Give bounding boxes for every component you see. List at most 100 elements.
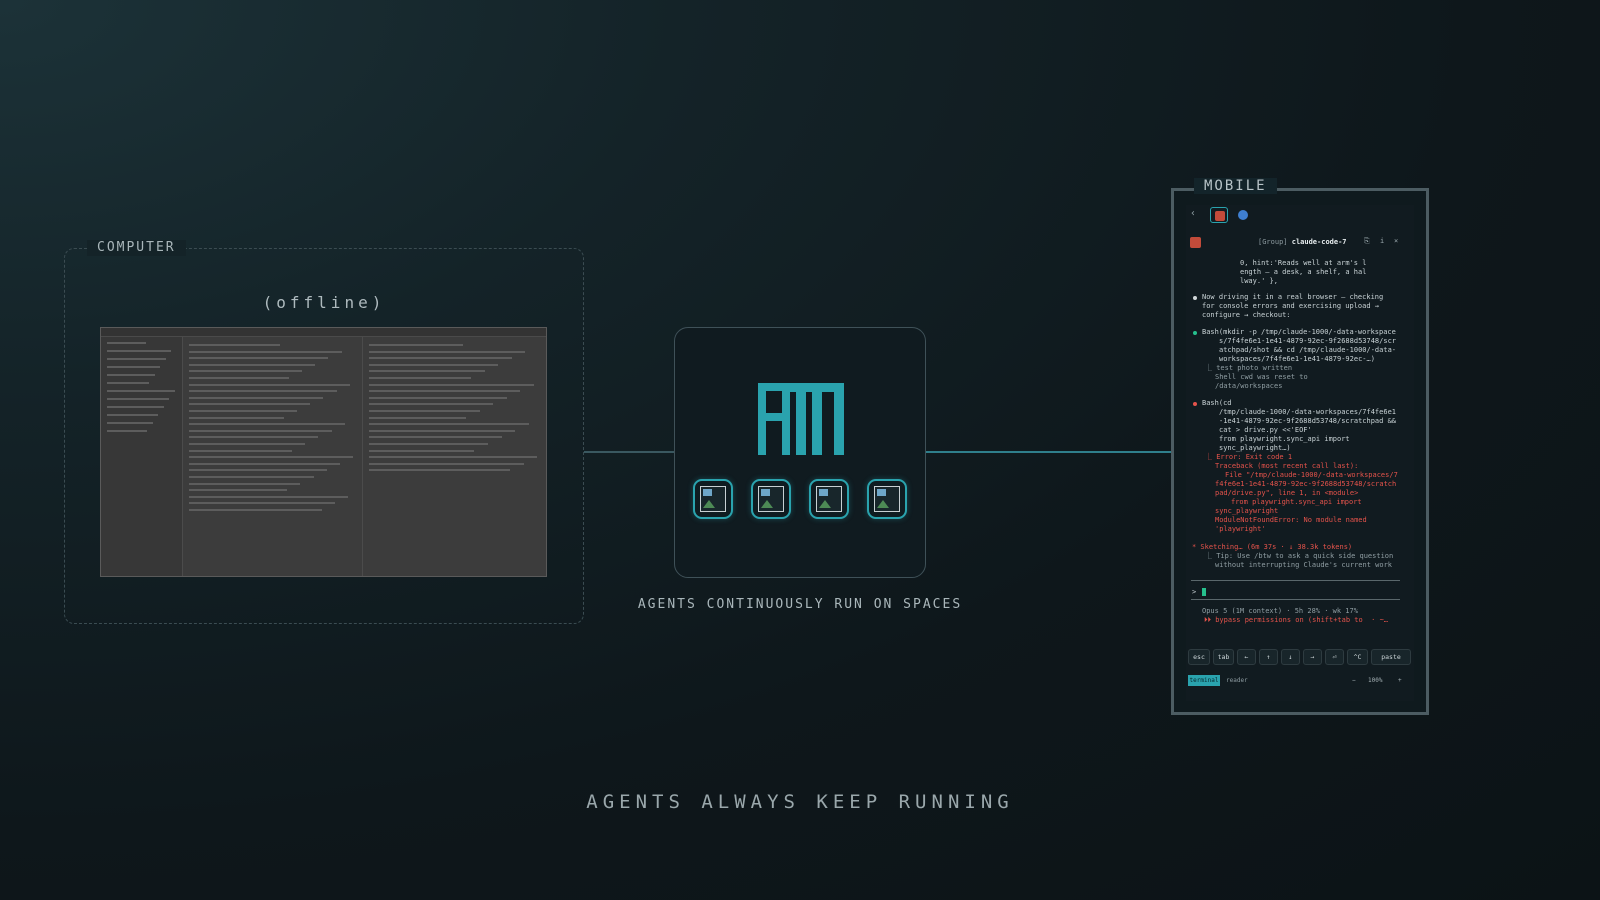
reader-mode-button[interactable]: reader [1226, 675, 1248, 686]
hub-caption: AGENTS CONTINUOUSLY RUN ON SPACES [637, 597, 963, 612]
key-right[interactable]: → [1303, 649, 1322, 665]
screenshot-text-line [107, 374, 155, 376]
screenshot-text-line [107, 414, 159, 416]
transcript-line: ModuleNotFoundError: No module named [1215, 516, 1367, 524]
transcript-line: /data/workspaces [1215, 382, 1283, 390]
mobile-label: MOBILE [1194, 178, 1277, 194]
screenshot-text-line [189, 495, 349, 498]
transcript-line: 'playwright' [1215, 525, 1266, 533]
key-up[interactable]: ↑ [1259, 649, 1278, 665]
screenshot-text-line [189, 416, 284, 419]
transcript-line: f4fe6e1-1e41-4879-92ec-9f2688d53748/scra… [1215, 480, 1397, 488]
prompt-input[interactable] [1202, 588, 1206, 596]
screenshot-text-line [189, 502, 336, 505]
close-icon[interactable]: × [1394, 237, 1398, 245]
screenshot-text-line [189, 443, 306, 445]
mode-bar: terminal reader − 100% + [1188, 675, 1412, 687]
transcript-line: /tmp/claude-1000/-data-workspaces/7f4fe6… [1219, 408, 1397, 416]
transcript-line: ⎿ Error: Exit code 1 [1205, 453, 1293, 461]
key-toolbar: esc tab ← ↑ ↓ → ⏎ ^C paste [1188, 649, 1412, 667]
screenshot-text-line [107, 358, 166, 360]
key-esc[interactable]: esc [1188, 649, 1210, 665]
screenshot-text-line [189, 449, 292, 452]
spaces-hub [674, 327, 926, 578]
transcript-line: File "/tmp/claude-1000/-data-workspaces/… [1225, 471, 1398, 479]
screenshot-text-line [189, 363, 316, 366]
screenshot-text-line [369, 350, 526, 353]
footer-caption: AGENTS ALWAYS KEEP RUNNING [586, 791, 1014, 813]
image-icon [874, 486, 900, 512]
zoom-out-button[interactable]: − [1352, 675, 1356, 686]
screenshot-text-line [369, 344, 463, 346]
screenshot-text-line [189, 370, 302, 373]
key-left[interactable]: ← [1237, 649, 1256, 665]
screenshot-text-line [369, 370, 485, 373]
screenshot-text-line [189, 509, 322, 511]
screenshot-text-line [189, 350, 342, 353]
screenshot-text-line [369, 383, 534, 386]
prompt-divider-top [1191, 580, 1400, 581]
success-dot [1193, 331, 1197, 335]
transcript-line: -1e41-4879-92ec-9f2688d53748/scratchpad … [1219, 417, 1397, 425]
transcript-line: for console errors and exercising upload… [1202, 302, 1380, 310]
screenshot-text-line [189, 469, 327, 472]
screenshot-text-line [369, 403, 494, 406]
key-tab[interactable]: tab [1213, 649, 1234, 665]
key-down[interactable]: ↓ [1281, 649, 1300, 665]
screenshot-text-line [107, 390, 175, 392]
screenshot-text-line [107, 342, 146, 344]
transcript-line: lway.' }, [1240, 277, 1278, 285]
mobile-tabbar: ‹ [1186, 205, 1414, 225]
link-icon[interactable]: ⎘ [1364, 237, 1370, 246]
agent-icon-4[interactable] [867, 479, 907, 519]
agent-icon-2[interactable] [751, 479, 791, 519]
agent-icon-1[interactable] [693, 479, 733, 519]
chevron-left-icon[interactable]: ‹ [1190, 208, 1196, 219]
computer-label: COMPUTER [87, 240, 186, 256]
key-paste[interactable]: paste [1371, 649, 1411, 665]
screenshot-text-line [369, 396, 507, 399]
transcript-line: Traceback (most recent call last): [1215, 462, 1359, 470]
screenshot-text-line [189, 403, 311, 406]
screenshot-text-line [369, 410, 480, 412]
transcript-line: Shell cwd was reset to [1215, 373, 1308, 381]
terminal-mode-button[interactable]: terminal [1188, 675, 1220, 686]
key-enter[interactable]: ⏎ [1325, 649, 1344, 665]
screenshot-text-line [369, 462, 524, 465]
key-ctrl-c[interactable]: ^C [1347, 649, 1368, 665]
screenshot-text-line [189, 462, 341, 465]
transcript-line: * Sketching… (6m 37s · ↓ 38.3k tokens) [1192, 543, 1353, 551]
screenshot-text-line [107, 406, 164, 408]
transcript-line: ⎿ test photo written [1205, 364, 1293, 372]
screenshot-text-line [369, 429, 516, 432]
transcript-line: s/7f4fe6e1-1e41-4879-92ec-9f2688d53748/s… [1219, 337, 1397, 345]
screenshot-text-line [189, 436, 319, 439]
screenshot-text-line [369, 449, 475, 452]
screenshot-text-line [369, 469, 511, 472]
transcript-line: Bash(cd [1202, 399, 1232, 407]
mobile-screen: ‹ [Group] claude-code-7 ⎘ i × 0, hint:'R… [1186, 205, 1414, 701]
info-icon[interactable]: i [1380, 237, 1384, 245]
screenshot-text-line [189, 489, 287, 492]
agent-icon-3[interactable] [809, 479, 849, 519]
computer-panel: COMPUTER (offline) [64, 240, 584, 624]
computer-screenshot [100, 327, 547, 577]
zoom-in-button[interactable]: + [1398, 675, 1402, 686]
screenshot-text-line [369, 377, 471, 379]
session-title: claude-code-7 [1291, 238, 1347, 246]
prompt-symbol: > [1192, 588, 1197, 596]
mobile-tab-1[interactable] [1210, 207, 1228, 223]
transcript-line: from playwright.sync_api import [1231, 498, 1362, 506]
transcript-line: sync_playwright…) [1219, 444, 1291, 452]
session-group: [Group] [1258, 238, 1288, 246]
screenshot-text-line [107, 350, 172, 352]
mobile-tab-2[interactable] [1234, 207, 1252, 223]
screenshot-text-line [369, 363, 499, 366]
screenshot-text-line [189, 482, 301, 485]
screenshot-text-line [107, 430, 147, 432]
screenshot-text-line [189, 410, 297, 412]
screenshot-text-line [107, 382, 149, 384]
screenshot-text-line [189, 377, 289, 379]
transcript-line: ⎿ Tip: Use /btw to ask a quick side ques… [1205, 552, 1394, 560]
screenshot-text-line [189, 476, 314, 478]
